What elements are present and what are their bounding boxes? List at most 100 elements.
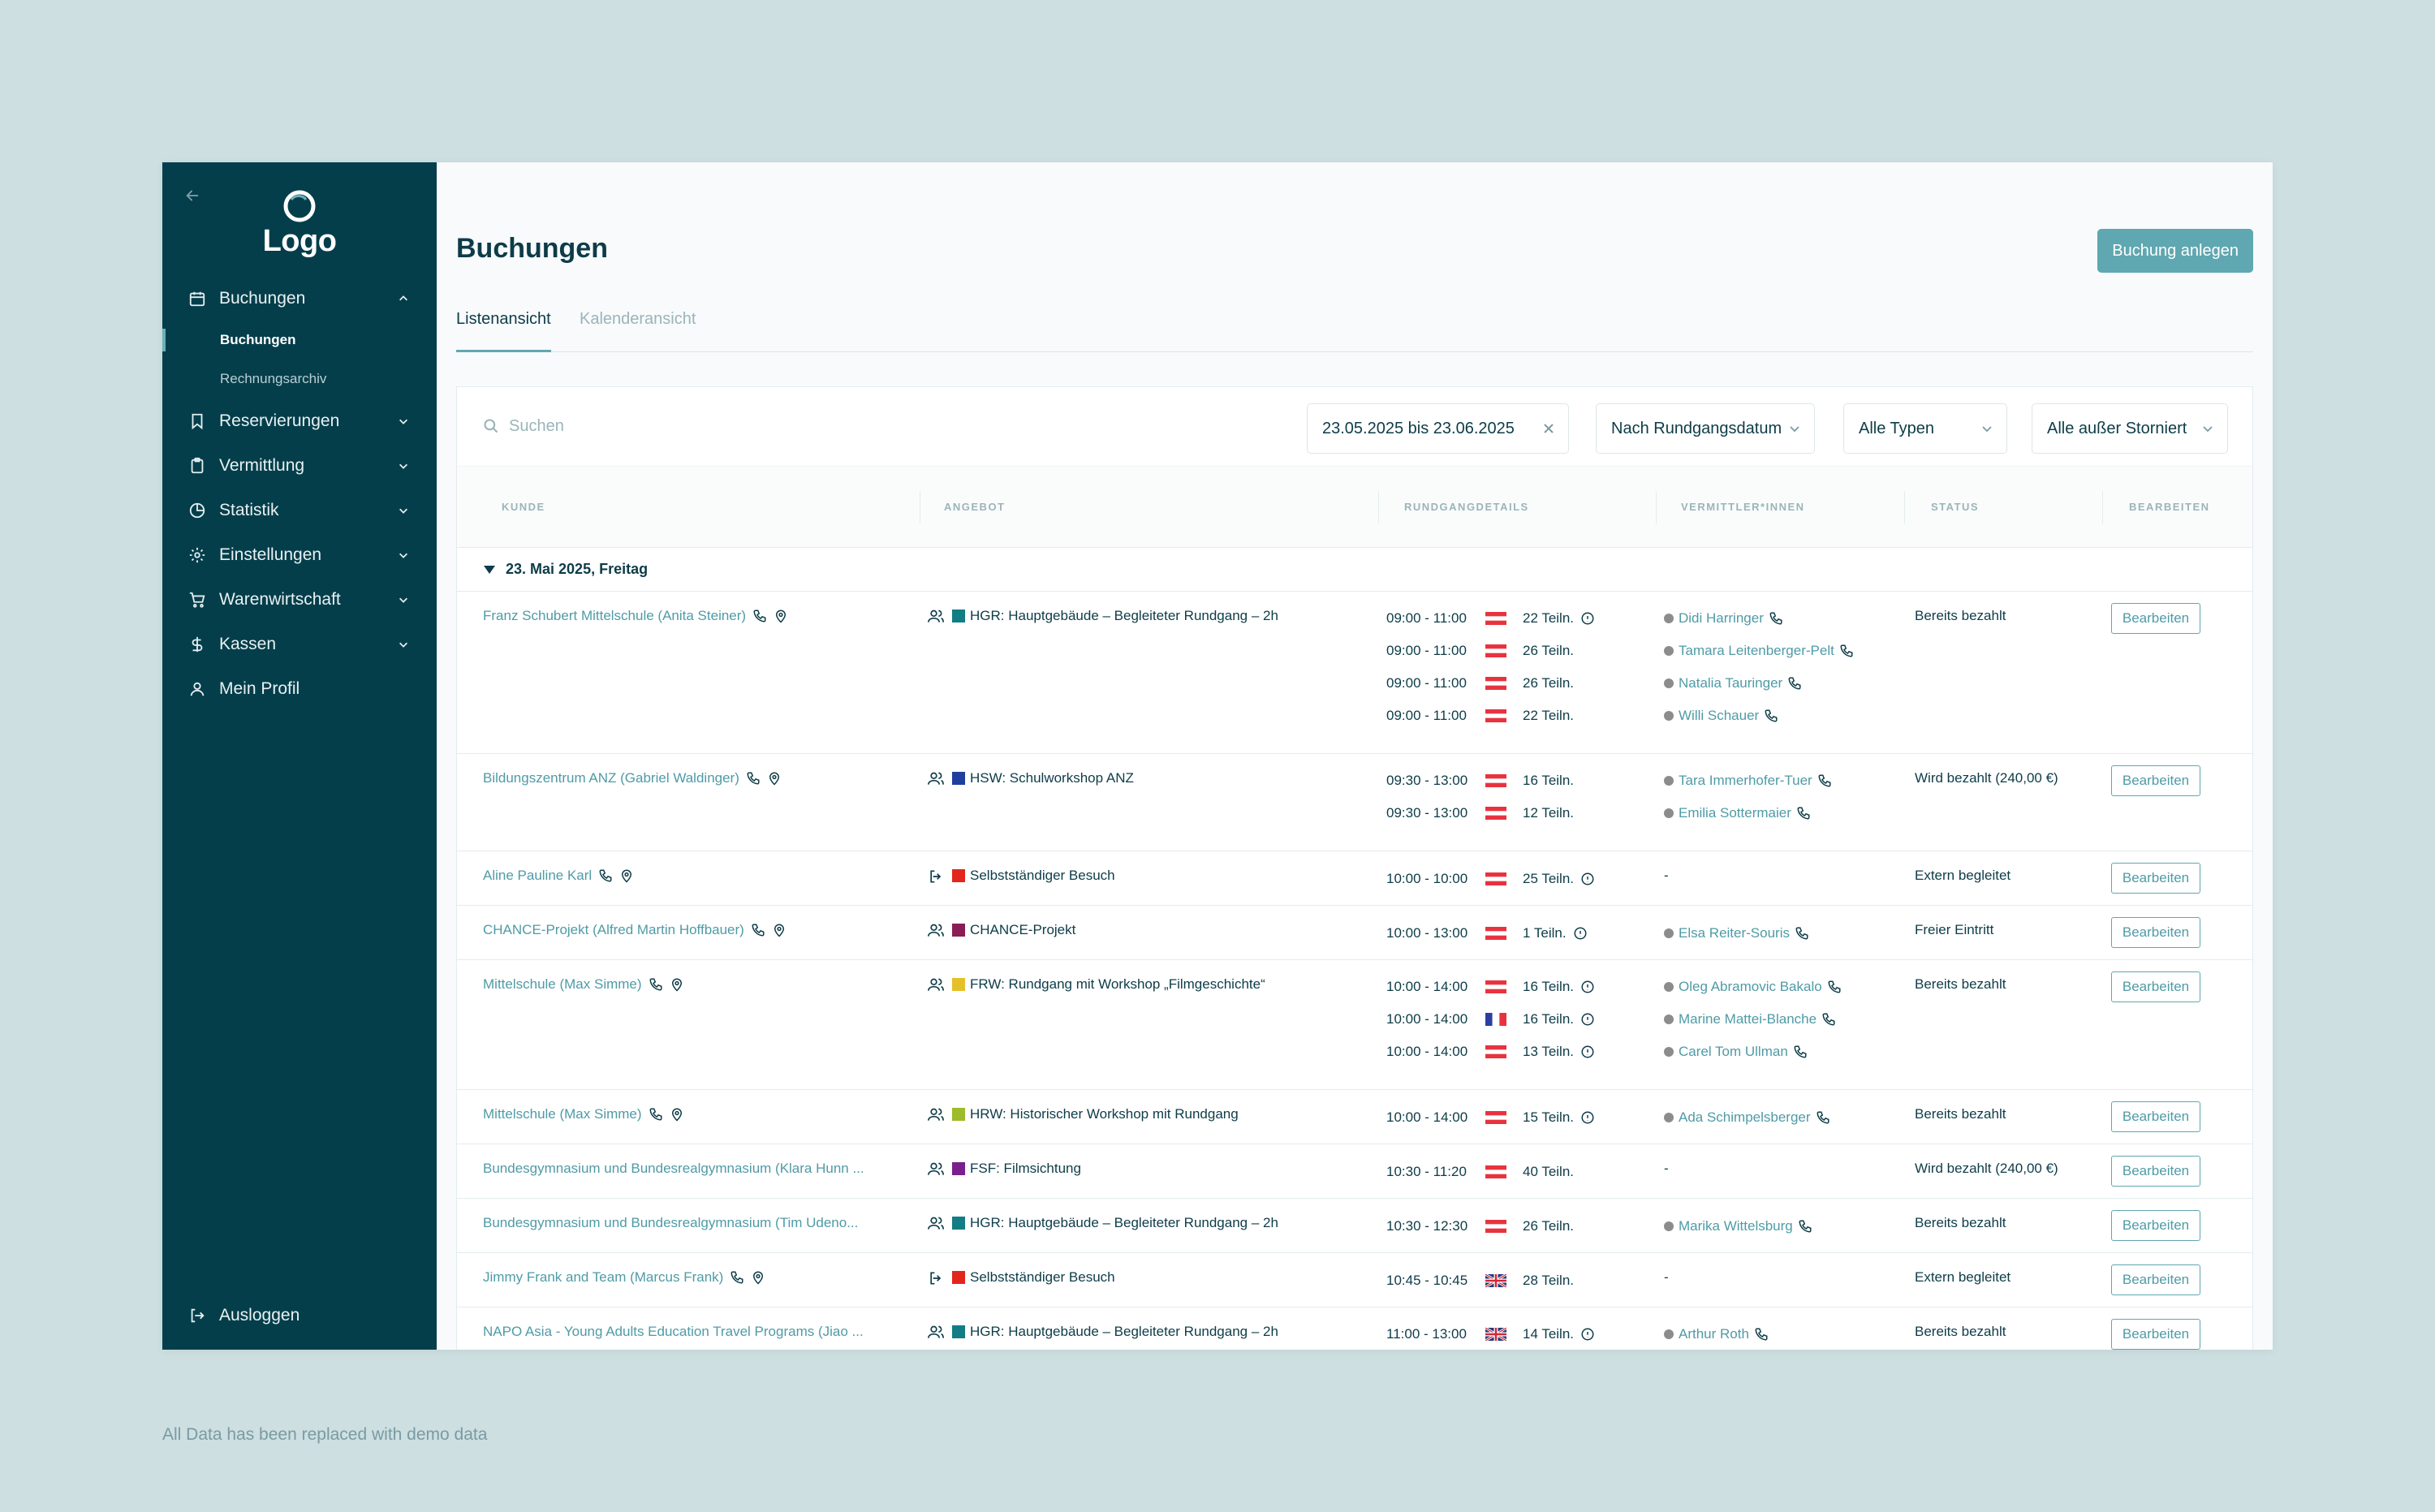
status-select[interactable]: Alle außer Storniert <box>2032 403 2228 454</box>
mediator-name[interactable]: Emilia Sottermaier <box>1679 805 1791 821</box>
edit-button[interactable]: Bearbeiten <box>2111 603 2200 634</box>
mediator-name[interactable]: Tara Immerhofer-Tuer <box>1679 773 1812 789</box>
phone-icon[interactable] <box>1764 709 1778 723</box>
mediator-name[interactable]: Marine Mattei-Blanche <box>1679 1011 1817 1027</box>
phone-icon[interactable] <box>1796 806 1811 821</box>
phone-icon[interactable] <box>1793 1045 1808 1059</box>
logout-button[interactable]: Ausloggen <box>188 1306 300 1325</box>
phone-icon[interactable] <box>649 977 663 992</box>
date-group-header[interactable]: 23. Mai 2025, Freitag <box>457 548 2252 592</box>
column-header-rundgangdetails[interactable]: RUNDGANGDETAILS <box>1404 467 1529 548</box>
date-range-filter[interactable]: 23.05.2025 bis 23.06.2025 <box>1307 403 1569 454</box>
location-pin-icon[interactable] <box>774 609 788 623</box>
location-pin-icon[interactable] <box>670 1107 684 1122</box>
phone-icon[interactable] <box>752 609 767 623</box>
phone-icon[interactable] <box>746 771 761 786</box>
location-pin-icon[interactable] <box>619 868 634 883</box>
type-select[interactable]: Alle Typen <box>1843 403 2007 454</box>
phone-icon[interactable] <box>730 1270 744 1285</box>
customer-link[interactable]: Jimmy Frank and Team (Marcus Frank) <box>483 1269 723 1286</box>
sidebar-subitem-buchungen[interactable]: Buchungen <box>162 321 437 360</box>
close-icon[interactable] <box>1542 422 1555 435</box>
create-booking-button[interactable]: Buchung anlegen <box>2097 229 2253 273</box>
info-icon[interactable] <box>1580 1012 1595 1027</box>
customer-link[interactable]: Aline Pauline Karl <box>483 868 592 884</box>
phone-icon[interactable] <box>1795 926 1809 941</box>
info-icon[interactable] <box>1580 1110 1595 1125</box>
edit-button[interactable]: Bearbeiten <box>2111 971 2200 1002</box>
mediator-name[interactable]: Oleg Abramovic Bakalo <box>1679 979 1822 995</box>
sidebar-item-reservierungen[interactable]: Reservierungen <box>162 398 437 443</box>
phone-icon[interactable] <box>598 868 613 883</box>
phone-icon[interactable] <box>1817 773 1832 788</box>
mediator-name[interactable]: Natalia Tauringer <box>1679 675 1782 691</box>
mediator-name[interactable]: Marika Wittelsburg <box>1679 1218 1793 1234</box>
edit-button[interactable]: Bearbeiten <box>2111 1264 2200 1295</box>
phone-icon[interactable] <box>1798 1219 1812 1234</box>
edit-button[interactable]: Bearbeiten <box>2111 1319 2200 1350</box>
sidebar-item-einstellungen[interactable]: Einstellungen <box>162 532 437 577</box>
mediator-name[interactable]: Tamara Leitenberger-Pelt <box>1679 643 1834 659</box>
mediator-name[interactable]: Elsa Reiter-Souris <box>1679 925 1790 941</box>
mediator-name[interactable]: Willi Schauer <box>1679 708 1759 724</box>
edit-button[interactable]: Bearbeiten <box>2111 1101 2200 1132</box>
customer-link[interactable]: Bildungszentrum ANZ (Gabriel Waldinger) <box>483 770 739 786</box>
customer-link[interactable]: NAPO Asia - Young Adults Education Trave… <box>483 1324 864 1340</box>
sidebar-item-kassen[interactable]: Kassen <box>162 622 437 666</box>
column-header-status[interactable]: STATUS <box>1931 467 1979 548</box>
chevron-down-icon <box>2203 426 2213 433</box>
sidebar-item-statistik[interactable]: Statistik <box>162 488 437 532</box>
customer-link[interactable]: Bundesgymnasium und Bundesrealgymnasium … <box>483 1161 864 1177</box>
location-pin-icon[interactable] <box>772 923 787 937</box>
phone-icon[interactable] <box>1821 1012 1836 1027</box>
sidebar-item-warenwirtschaft[interactable]: Warenwirtschaft <box>162 577 437 622</box>
mediator-name[interactable]: Carel Tom Ullman <box>1679 1044 1788 1060</box>
mediator-name[interactable]: Ada Schimpelsberger <box>1679 1109 1811 1126</box>
phone-icon[interactable] <box>1827 980 1842 994</box>
location-pin-icon[interactable] <box>751 1270 765 1285</box>
phone-icon[interactable] <box>649 1107 663 1122</box>
edit-button[interactable]: Bearbeiten <box>2111 863 2200 894</box>
sidebar-subitem-rechnungsarchiv[interactable]: Rechnungsarchiv <box>162 360 437 398</box>
info-icon[interactable] <box>1580 872 1595 886</box>
phone-icon[interactable] <box>1787 676 1802 691</box>
info-icon[interactable] <box>1580 1327 1595 1342</box>
sidebar-item-buchungen[interactable]: Buchungen <box>162 276 437 321</box>
edit-button[interactable]: Bearbeiten <box>2111 917 2200 948</box>
location-pin-icon[interactable] <box>670 977 684 992</box>
phone-icon[interactable] <box>1816 1110 1830 1125</box>
sidebar-item-label: Warenwirtschaft <box>219 589 341 609</box>
customer-link[interactable]: Mittelschule (Max Simme) <box>483 976 642 993</box>
column-header-kunde[interactable]: KUNDE <box>502 467 545 548</box>
tour-time: 09:30 - 13:00 <box>1386 805 1468 821</box>
sort-value: Nach Rundgangsdatum <box>1611 419 1782 437</box>
customer-link[interactable]: CHANCE-Projekt (Alfred Martin Hoffbauer) <box>483 922 744 938</box>
info-icon[interactable] <box>1580 980 1595 994</box>
customer-link[interactable]: Mittelschule (Max Simme) <box>483 1106 642 1122</box>
logo[interactable]: Logo <box>162 188 437 259</box>
sidebar-item-mein-profil[interactable]: Mein Profil <box>162 666 437 711</box>
phone-icon[interactable] <box>751 923 765 937</box>
sidebar-item-vermittlung[interactable]: Vermittlung <box>162 443 437 488</box>
search-input[interactable] <box>509 411 834 441</box>
sort-select[interactable]: Nach Rundgangsdatum <box>1596 403 1815 454</box>
edit-button[interactable]: Bearbeiten <box>2111 765 2200 796</box>
tab-kalenderansicht[interactable]: Kalenderansicht <box>580 286 696 352</box>
info-icon[interactable] <box>1580 1045 1595 1059</box>
mediator-name[interactable]: Didi Harringer <box>1679 610 1764 627</box>
phone-icon[interactable] <box>1839 644 1854 658</box>
edit-button[interactable]: Bearbeiten <box>2111 1156 2200 1187</box>
info-icon[interactable] <box>1573 926 1588 941</box>
customer-link[interactable]: Franz Schubert Mittelschule (Anita Stein… <box>483 608 746 624</box>
column-header-vermittler[interactable]: VERMITTLER*INNEN <box>1681 467 1805 548</box>
mediator-name[interactable]: Arthur Roth <box>1679 1326 1749 1342</box>
edit-button[interactable]: Bearbeiten <box>2111 1210 2200 1241</box>
info-icon[interactable] <box>1580 611 1595 626</box>
customer-link[interactable]: Bundesgymnasium und Bundesrealgymnasium … <box>483 1215 858 1231</box>
phone-icon[interactable] <box>1769 611 1783 626</box>
tab-listenansicht[interactable]: Listenansicht <box>456 286 551 352</box>
column-header-angebot[interactable]: ANGEBOT <box>944 467 1006 548</box>
phone-icon[interactable] <box>1754 1327 1769 1342</box>
location-pin-icon[interactable] <box>767 771 782 786</box>
table-row: Franz Schubert Mittelschule (Anita Stein… <box>457 592 2252 754</box>
